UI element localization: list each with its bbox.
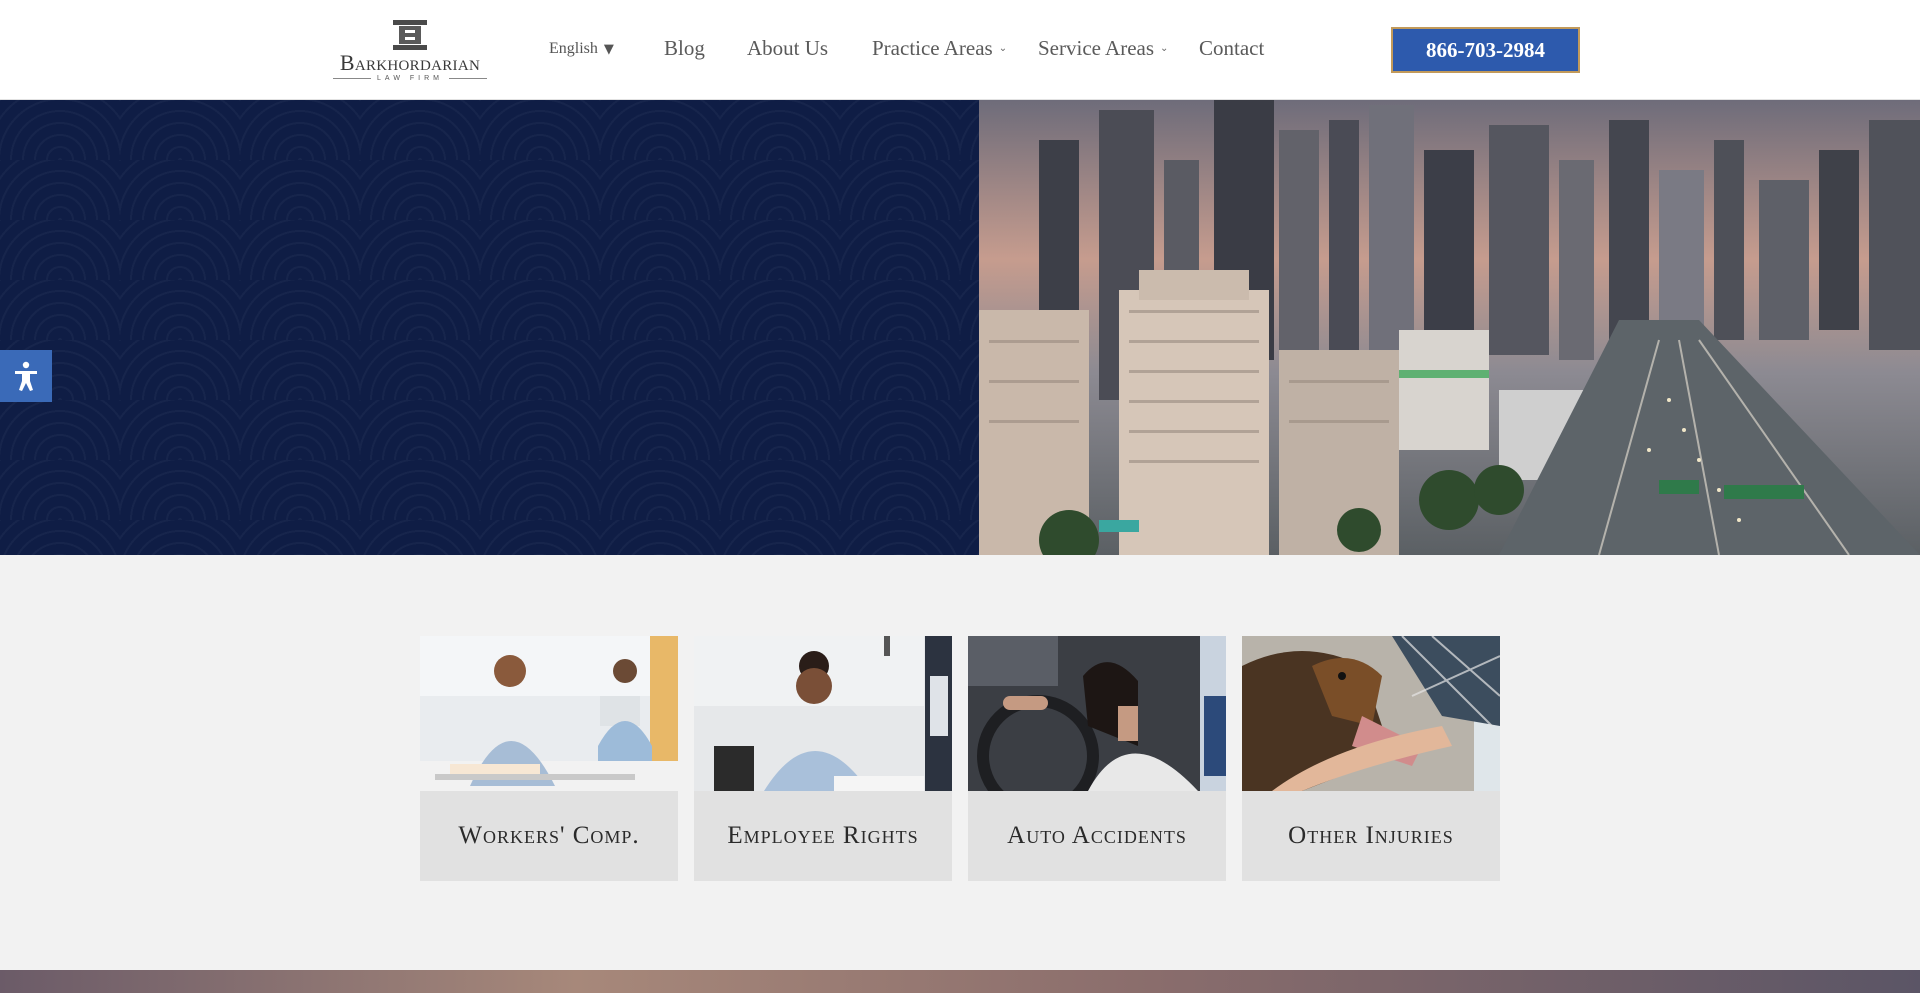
accessibility-icon (15, 361, 37, 391)
chevron-down-icon: ⌄ (998, 43, 1008, 54)
dropdown-arrow-icon: ▼ (603, 41, 614, 57)
card-label: Employee Rights (727, 822, 919, 849)
card-auto-accidents[interactable]: Auto Accidents (968, 636, 1226, 881)
hero-city-image (979, 100, 1920, 555)
logo[interactable]: Barkhordarian LAW FIRM (328, 20, 492, 82)
accessibility-button[interactable] (0, 350, 52, 402)
other-injuries-photo (1242, 636, 1500, 791)
hero-pattern-panel (0, 100, 979, 555)
chevron-down-icon: ⌄ (1160, 43, 1169, 54)
language-label: English (549, 40, 598, 57)
nav-practice-areas[interactable]: Practice Areas ⌄ (872, 36, 1007, 61)
logo-mark-icon (393, 20, 427, 50)
card-label: Other Injuries (1288, 822, 1454, 849)
logo-name: Barkhordarian (339, 50, 481, 75)
card-employee-rights[interactable]: Employee Rights (694, 636, 952, 881)
site-header: Barkhordarian LAW FIRM English ▼ Blog Ab… (0, 0, 1920, 100)
phone-button[interactable]: 866-703-2984 (1391, 27, 1580, 73)
employee-rights-photo (694, 636, 952, 791)
nav-about-us[interactable]: About Us (747, 36, 828, 61)
auto-accidents-photo (968, 636, 1226, 791)
card-workers-comp[interactable]: Workers' Comp. (420, 636, 678, 881)
card-other-injuries[interactable]: Other Injuries (1242, 636, 1500, 881)
card-label: Workers' Comp. (458, 822, 640, 849)
nav-blog[interactable]: Blog (664, 36, 705, 61)
next-section-banner (0, 970, 1920, 993)
language-selector[interactable]: English ▼ (549, 40, 614, 58)
logo-subtitle: LAW FIRM (328, 75, 492, 82)
city-skyline-illustration (979, 100, 1920, 555)
workers-comp-photo (420, 636, 678, 791)
nav-contact[interactable]: Contact (1199, 36, 1264, 61)
nav-service-areas[interactable]: Service Areas ⌄ (1038, 36, 1168, 61)
card-label: Auto Accidents (1007, 822, 1187, 849)
